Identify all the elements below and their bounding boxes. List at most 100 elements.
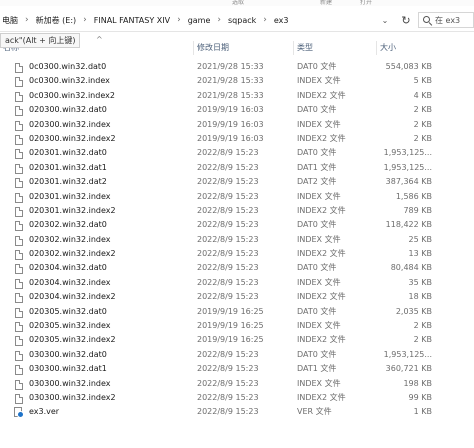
file-size: 80,484 KB [390, 263, 432, 273]
file-date: 2021/9/28 15:33 [197, 90, 264, 100]
file-type: INDEX2 文件 [297, 392, 346, 402]
file-icon [13, 247, 25, 261]
breadcrumb-game-root[interactable]: FINAL FANTASY XIV [92, 16, 172, 25]
file-type: DAT1 文件 [297, 364, 337, 374]
file-row[interactable]: 030300.win32.index2 2022/8/9 15:23 INDEX2 … [0, 391, 474, 405]
file-icon [13, 132, 25, 146]
file-size: 4 KB [413, 90, 432, 100]
file-date: 2019/9/19 16:03 [197, 119, 264, 129]
file-row[interactable]: 030300.win32.dat1 2022/8/9 15:23 DAT1 文件 36… [0, 362, 474, 376]
file-row[interactable]: 030300.win32.dat0 2022/8/9 15:23 DAT0 文件 1,… [0, 348, 474, 362]
file-row[interactable]: 020301.win32.index 2022/8/9 15:23 INDEX 文件… [0, 190, 474, 204]
search-icon [423, 15, 432, 25]
file-row[interactable]: 020300.win32.index2 2019/9/19 16:03 INDEX2… [0, 132, 474, 146]
file-icon [13, 276, 25, 290]
file-icon [13, 233, 25, 247]
file-icon [13, 74, 25, 88]
file-size: 99 KB [408, 392, 432, 402]
file-name: 020305.win32.dat0 [29, 306, 107, 316]
file-icon [13, 89, 25, 103]
file-icon [13, 60, 25, 74]
file-icon [13, 161, 25, 175]
address-bar[interactable]: 电脑 › 新加卷 (E:) › FINAL FANTASY XIV › game… [0, 8, 474, 32]
refresh-icon[interactable]: ↻ [399, 13, 413, 27]
file-name: 0c0300.win32.dat0 [29, 62, 107, 71]
column-header-date[interactable]: 修改日期 [193, 41, 293, 55]
file-row[interactable]: 020305.win32.dat0 2019/9/19 16:25 DAT0 文件 2… [0, 305, 474, 319]
file-size: 18 KB [408, 292, 432, 302]
breadcrumb-separator-icon[interactable]: › [172, 15, 186, 25]
file-date: 2022/8/9 15:23 [197, 407, 259, 417]
file-icon [13, 333, 25, 347]
breadcrumb-this-pc[interactable]: 电脑 [0, 15, 20, 26]
file-date: 2019/9/19 16:25 [197, 335, 264, 345]
file-name: 020301.win32.dat1 [29, 162, 107, 172]
file-icon [13, 362, 25, 376]
file-size: 1 KB [413, 407, 432, 417]
file-row[interactable]: 020300.win32.index 2019/9/19 16:03 INDEX 文… [0, 118, 474, 132]
breadcrumb-separator-icon[interactable]: › [258, 15, 272, 25]
file-row[interactable]: 020304.win32.dat0 2022/8/9 15:23 DAT0 文件 80… [0, 261, 474, 275]
file-icon [13, 391, 25, 405]
file-date: 2022/8/9 15:23 [197, 177, 259, 187]
file-icon [13, 377, 25, 391]
breadcrumb-game[interactable]: game [186, 16, 213, 25]
ver-file-icon [13, 405, 25, 419]
breadcrumb-separator-icon[interactable]: › [20, 15, 34, 25]
file-row[interactable]: 020300.win32.dat0 2019/9/19 16:03 DAT0 文件 2… [0, 103, 474, 117]
file-icon [13, 348, 25, 362]
file-name: 020304.win32.index2 [29, 292, 116, 302]
search-placeholder: 在 ex3 [435, 15, 461, 25]
file-size: 2,035 KB [395, 306, 432, 316]
file-date: 2019/9/19 16:25 [197, 321, 264, 331]
file-date: 2022/8/9 15:23 [197, 378, 259, 388]
file-icon [13, 290, 25, 304]
breadcrumb-ex3[interactable]: ex3 [272, 16, 291, 25]
file-list: 0c0300.win32.dat0 2021/9/28 15:33 DAT0 文件 5… [0, 60, 474, 420]
file-name: 0c0300.win32.index [29, 76, 110, 86]
file-name: 020302.win32.index [29, 234, 111, 244]
ribbon-label-open[interactable]: 打开 [360, 0, 372, 6]
file-type: INDEX 文件 [297, 378, 341, 388]
breadcrumb-drive[interactable]: 新加卷 (E:) [34, 15, 79, 26]
file-row[interactable]: 020302.win32.index2 2022/8/9 15:23 INDEX2 … [0, 247, 474, 261]
file-size: 2 KB [413, 105, 432, 115]
file-row[interactable]: 020305.win32.index2 2019/9/19 16:25 INDEX2… [0, 333, 474, 347]
file-row[interactable]: 020304.win32.index2 2022/8/9 15:23 INDEX2 … [0, 290, 474, 304]
file-icon [13, 190, 25, 204]
file-size: 1,953,125... [383, 349, 432, 359]
file-row[interactable]: 0c0300.win32.dat0 2021/9/28 15:33 DAT0 文件 5… [0, 60, 474, 74]
breadcrumb-separator-icon[interactable]: › [212, 15, 226, 25]
column-header-type[interactable]: 类型 [293, 41, 376, 55]
file-name: 020305.win32.index2 [29, 335, 116, 345]
file-row[interactable]: 020301.win32.index2 2022/8/9 15:23 INDEX2 … [0, 204, 474, 218]
file-type: DAT0 文件 [297, 148, 337, 158]
file-type: INDEX2 文件 [297, 292, 346, 302]
file-row[interactable]: 020302.win32.dat0 2022/8/9 15:23 DAT0 文件 11… [0, 218, 474, 232]
file-name: 020301.win32.dat0 [29, 148, 107, 158]
file-row[interactable]: 020302.win32.index 2022/8/9 15:23 INDEX 文件… [0, 233, 474, 247]
file-date: 2022/8/9 15:23 [197, 349, 259, 359]
file-row[interactable]: 0c0300.win32.index2 2021/9/28 15:33 INDEX2… [0, 89, 474, 103]
file-name: 020305.win32.index [29, 321, 111, 331]
ribbon-label-select[interactable]: 选取 [232, 0, 244, 6]
file-icon [13, 218, 25, 232]
file-row[interactable]: 020304.win32.index 2022/8/9 15:23 INDEX 文件… [0, 276, 474, 290]
file-row[interactable]: ex3.ver 2022/8/9 15:23 VER 文件 1 KB [0, 405, 474, 419]
file-row[interactable]: 020301.win32.dat2 2022/8/9 15:23 DAT2 文件 38… [0, 175, 474, 189]
ribbon-label-new[interactable]: 新建 [320, 0, 332, 6]
file-name: 030300.win32.index [29, 378, 111, 388]
file-row[interactable]: 030300.win32.index 2022/8/9 15:23 INDEX 文件… [0, 377, 474, 391]
file-size: 2 KB [413, 133, 432, 143]
column-header-size[interactable]: 大小 [376, 41, 436, 55]
file-row[interactable]: 020301.win32.dat0 2022/8/9 15:23 DAT0 文件 1,… [0, 146, 474, 160]
file-type: INDEX 文件 [297, 119, 341, 129]
breadcrumb-sqpack[interactable]: sqpack [226, 16, 258, 25]
file-row[interactable]: 0c0300.win32.index 2021/9/28 15:33 INDEX 文… [0, 74, 474, 88]
search-input[interactable]: 在 ex3 [418, 12, 474, 28]
file-row[interactable]: 020305.win32.index 2019/9/19 16:25 INDEX 文… [0, 319, 474, 333]
file-row[interactable]: 020301.win32.dat1 2022/8/9 15:23 DAT1 文件 1,… [0, 161, 474, 175]
breadcrumb-separator-icon[interactable]: › [78, 15, 92, 25]
address-history-chevron-icon[interactable]: ⌄ [379, 13, 391, 27]
file-size: 13 KB [408, 249, 432, 259]
